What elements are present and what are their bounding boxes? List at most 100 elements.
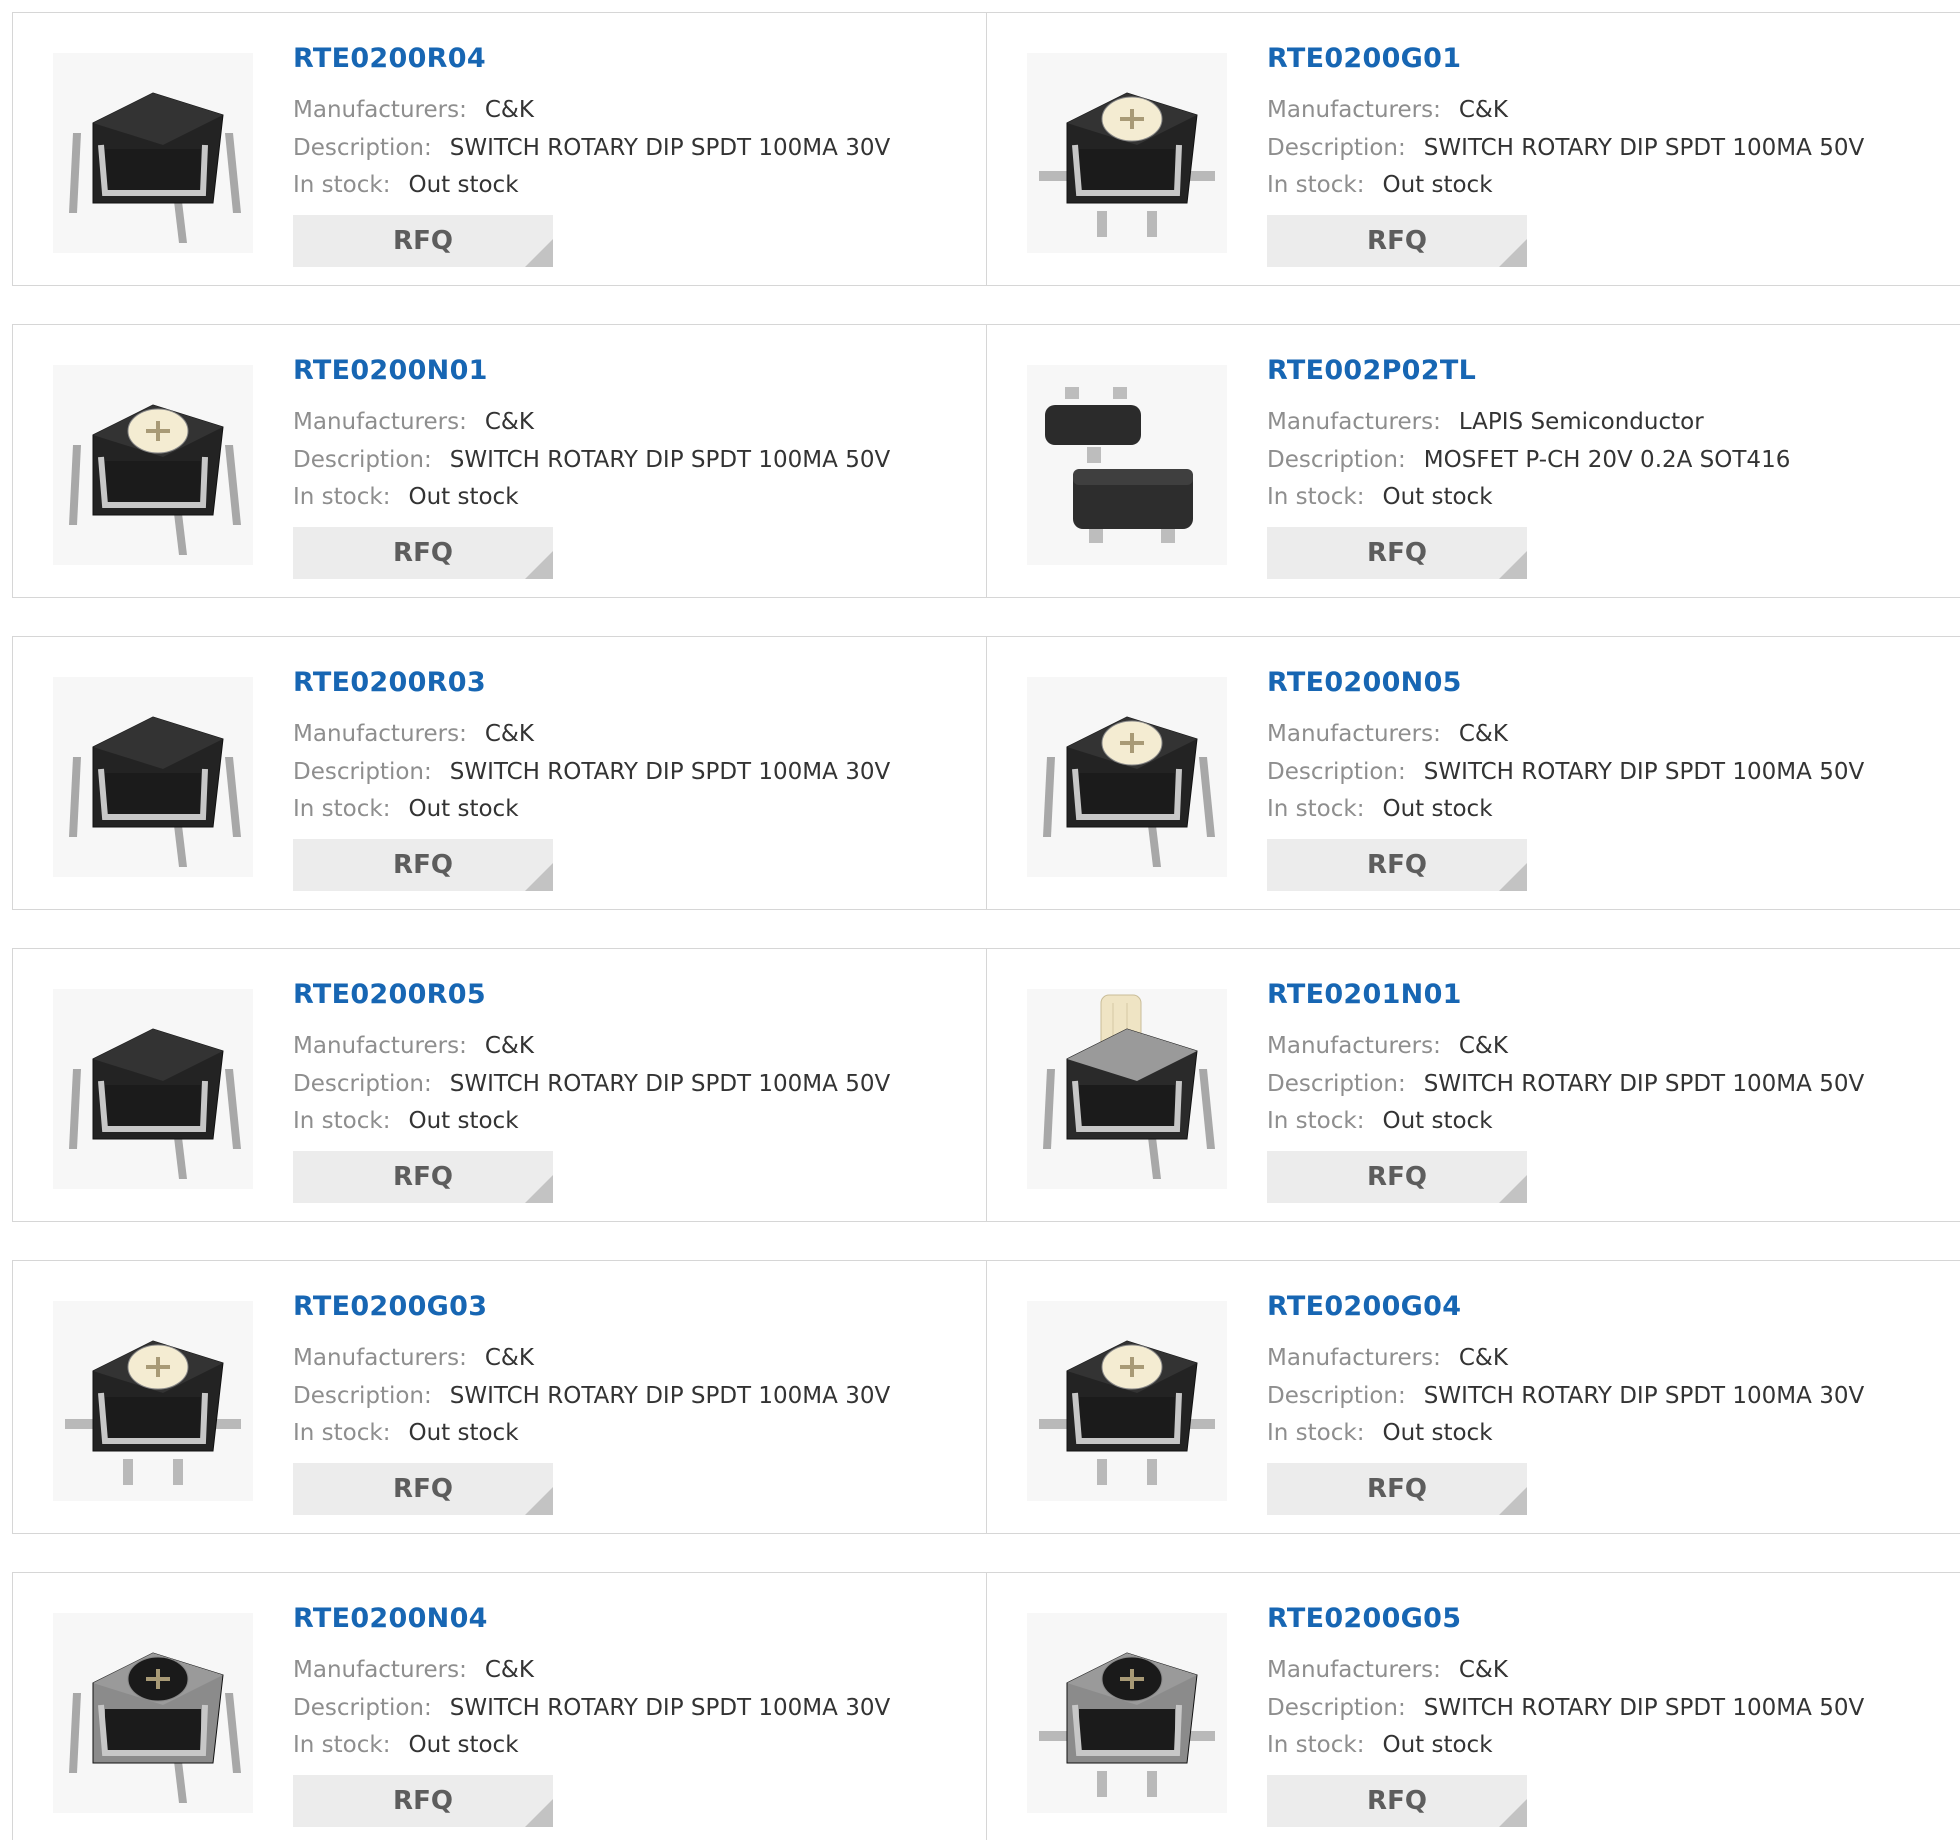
rfq-button[interactable]: RFQ — [293, 1463, 553, 1515]
manufacturer-line: Manufacturers: C&K — [293, 1655, 534, 1685]
rotary-switch-white-knob-smd-icon[interactable] — [1027, 53, 1227, 253]
manufacturer-label: Manufacturers: — [1267, 721, 1441, 747]
stock-label: In stock: — [293, 1732, 391, 1758]
product-title-link[interactable]: RTE0200R05 — [293, 979, 486, 1010]
product-row: RTE0200R03 Manufacturers: C&K Description… — [12, 636, 1960, 910]
rfq-label: RFQ — [1367, 1162, 1427, 1192]
product-row: RTE0200R04 Manufacturers: C&K Description… — [12, 12, 1960, 286]
description-line: Description: SWITCH ROTARY DIP SPDT 100MA… — [293, 445, 890, 475]
product-title-link[interactable]: RTE002P02TL — [1267, 355, 1476, 386]
manufacturer-line: Manufacturers: LAPIS Semiconductor — [1267, 407, 1704, 437]
rfq-button[interactable]: RFQ — [1267, 215, 1527, 267]
rotary-switch-shaft-icon[interactable] — [1027, 989, 1227, 1189]
rfq-button[interactable]: RFQ — [1267, 1463, 1527, 1515]
stock-line: In stock: Out stock — [293, 1418, 519, 1448]
rotary-switch-black-through-hole-icon[interactable] — [53, 53, 253, 253]
manufacturer-line: Manufacturers: C&K — [293, 1343, 534, 1373]
rfq-label: RFQ — [1367, 226, 1427, 256]
product-card: RTE0200R05 Manufacturers: C&K Description… — [12, 949, 986, 1221]
description-label: Description: — [293, 135, 432, 161]
product-title-link[interactable]: RTE0200N04 — [293, 1603, 488, 1634]
product-title-link[interactable]: RTE0200G01 — [1267, 43, 1461, 74]
product-card: RTE0200N05 Manufacturers: C&K Description… — [986, 637, 1960, 909]
stock-label: In stock: — [1267, 484, 1365, 510]
product-title-link[interactable]: RTE0200N01 — [293, 355, 488, 386]
sot416-mosfet-icon[interactable] — [1027, 365, 1227, 565]
rfq-label: RFQ — [1367, 1474, 1427, 1504]
product-card: RTE0200G04 Manufacturers: C&K Description… — [986, 1261, 1960, 1533]
rotary-switch-black-angled-icon[interactable] — [53, 989, 253, 1189]
rfq-corner-triangle — [525, 863, 553, 891]
rfq-label: RFQ — [1367, 1786, 1427, 1816]
rotary-switch-metal-smd-icon[interactable] — [1027, 1613, 1227, 1813]
rfq-corner-triangle — [1499, 1799, 1527, 1827]
stock-line: In stock: Out stock — [293, 482, 519, 512]
manufacturer-line: Manufacturers: C&K — [293, 407, 534, 437]
manufacturer-label: Manufacturers: — [1267, 1657, 1441, 1683]
description-label: Description: — [293, 1383, 432, 1409]
description-value: SWITCH ROTARY DIP SPDT 100MA 50V — [1423, 1695, 1865, 1721]
stock-value: Out stock — [1382, 796, 1493, 822]
rotary-switch-white-knob-smd-icon[interactable] — [53, 1301, 253, 1501]
rfq-button[interactable]: RFQ — [293, 215, 553, 267]
manufacturer-value: C&K — [484, 1033, 534, 1059]
rfq-button[interactable]: RFQ — [1267, 839, 1527, 891]
rfq-label: RFQ — [393, 1786, 453, 1816]
stock-line: In stock: Out stock — [1267, 1730, 1493, 1760]
rfq-label: RFQ — [393, 226, 453, 256]
rfq-button[interactable]: RFQ — [1267, 1775, 1527, 1827]
description-label: Description: — [1267, 447, 1406, 473]
product-title-link[interactable]: RTE0200R04 — [293, 43, 486, 74]
description-line: Description: SWITCH ROTARY DIP SPDT 100MA… — [293, 1381, 890, 1411]
rotary-switch-black-through-hole-icon[interactable] — [53, 677, 253, 877]
description-line: Description: SWITCH ROTARY DIP SPDT 100MA… — [1267, 757, 1864, 787]
stock-label: In stock: — [293, 484, 391, 510]
rfq-corner-triangle — [525, 551, 553, 579]
product-title-link[interactable]: RTE0200G05 — [1267, 1603, 1461, 1634]
rfq-button[interactable]: RFQ — [293, 1151, 553, 1203]
description-line: Description: SWITCH ROTARY DIP SPDT 100MA… — [1267, 1693, 1864, 1723]
manufacturer-line: Manufacturers: C&K — [1267, 1031, 1508, 1061]
manufacturer-label: Manufacturers: — [1267, 409, 1441, 435]
rfq-button[interactable]: RFQ — [293, 527, 553, 579]
rfq-corner-triangle — [1499, 863, 1527, 891]
product-title-link[interactable]: RTE0200R03 — [293, 667, 486, 698]
product-title-link[interactable]: RTE0200N05 — [1267, 667, 1462, 698]
rfq-button[interactable]: RFQ — [293, 1775, 553, 1827]
description-value: SWITCH ROTARY DIP SPDT 100MA 50V — [1423, 1071, 1865, 1097]
manufacturer-label: Manufacturers: — [1267, 1033, 1441, 1059]
stock-value: Out stock — [1382, 1420, 1493, 1446]
manufacturer-label: Manufacturers: — [293, 409, 467, 435]
manufacturer-label: Manufacturers: — [1267, 1345, 1441, 1371]
manufacturer-line: Manufacturers: C&K — [293, 95, 534, 125]
rotary-switch-white-knob-smd-icon[interactable] — [1027, 1301, 1227, 1501]
stock-label: In stock: — [1267, 1420, 1365, 1446]
rfq-label: RFQ — [393, 850, 453, 880]
stock-value: Out stock — [1382, 172, 1493, 198]
description-label: Description: — [293, 759, 432, 785]
manufacturer-value: C&K — [484, 97, 534, 123]
product-title-link[interactable]: RTE0200G03 — [293, 1291, 487, 1322]
rfq-corner-triangle — [1499, 239, 1527, 267]
rfq-button[interactable]: RFQ — [1267, 1151, 1527, 1203]
description-line: Description: SWITCH ROTARY DIP SPDT 100MA… — [293, 1693, 890, 1723]
stock-value: Out stock — [1382, 484, 1493, 510]
rfq-button[interactable]: RFQ — [293, 839, 553, 891]
rfq-button[interactable]: RFQ — [1267, 527, 1527, 579]
rfq-label: RFQ — [1367, 850, 1427, 880]
rotary-switch-metal-through-hole-icon[interactable] — [53, 1613, 253, 1813]
description-value: MOSFET P-CH 20V 0.2A SOT416 — [1423, 447, 1791, 473]
product-title-link[interactable]: RTE0200G04 — [1267, 1291, 1461, 1322]
manufacturer-value: LAPIS Semiconductor — [1458, 409, 1704, 435]
stock-line: In stock: Out stock — [1267, 1106, 1493, 1136]
stock-label: In stock: — [1267, 796, 1365, 822]
rfq-corner-triangle — [525, 1175, 553, 1203]
rotary-switch-white-knob-through-hole-icon[interactable] — [53, 365, 253, 565]
product-card: RTE0200R03 Manufacturers: C&K Description… — [12, 637, 986, 909]
rotary-switch-white-knob-through-hole-icon[interactable] — [1027, 677, 1227, 877]
manufacturer-value: C&K — [484, 721, 534, 747]
stock-value: Out stock — [408, 172, 519, 198]
manufacturer-label: Manufacturers: — [293, 97, 467, 123]
manufacturer-value: C&K — [1458, 1657, 1508, 1683]
product-title-link[interactable]: RTE0201N01 — [1267, 979, 1462, 1010]
